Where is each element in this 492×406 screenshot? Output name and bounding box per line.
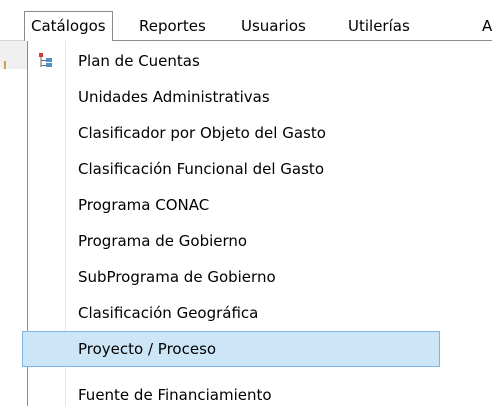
menu-a-truncated[interactable]: A	[482, 14, 492, 38]
menu-bar: Catálogos Reportes Usuarios Utilerías A	[0, 0, 492, 41]
menu-item-fuente-de-financiamiento[interactable]: Fuente de Financiamiento	[30, 377, 488, 406]
toolbar-edge-mark	[4, 61, 6, 69]
catalogos-dropdown: Plan de Cuentas Unidades Administrativas…	[22, 40, 492, 406]
menu-item-label: Clasificador por Objeto del Gasto	[78, 124, 326, 142]
menu-item-label: Unidades Administrativas	[78, 88, 270, 106]
menu-reportes[interactable]: Reportes	[139, 14, 206, 38]
menu-item-label: Clasificación Geográfica	[78, 304, 259, 322]
menu-item-proyecto-proceso[interactable]: Proyecto / Proceso	[22, 331, 440, 367]
menu-item-label: SubPrograma de Gobierno	[78, 268, 276, 286]
menu-item-clasificador-objeto-gasto[interactable]: Clasificador por Objeto del Gasto	[30, 115, 488, 151]
menu-item-label: Fuente de Financiamiento	[78, 386, 272, 404]
menu-item-label: Plan de Cuentas	[78, 52, 200, 70]
menu-catalogos[interactable]: Catálogos	[24, 11, 113, 41]
menu-item-label: Proyecto / Proceso	[78, 340, 217, 358]
menu-utilerias[interactable]: Utilerías	[348, 14, 410, 38]
menu-item-unidades-administrativas[interactable]: Unidades Administrativas	[30, 79, 488, 115]
menu-item-label: Clasificación Funcional del Gasto	[78, 160, 324, 178]
menu-item-subprograma-de-gobierno[interactable]: SubPrograma de Gobierno	[30, 259, 488, 295]
menu-item-label: Programa de Gobierno	[78, 232, 248, 250]
menu-item-plan-de-cuentas[interactable]: Plan de Cuentas	[30, 43, 488, 79]
menu-item-clasificacion-geografica[interactable]: Clasificación Geográfica	[30, 295, 488, 331]
menu-item-programa-de-gobierno[interactable]: Programa de Gobierno	[30, 223, 488, 259]
menu-item-clasificacion-funcional[interactable]: Clasificación Funcional del Gasto	[30, 151, 488, 187]
tree-structure-icon	[38, 53, 54, 69]
menu-item-programa-conac[interactable]: Programa CONAC	[30, 187, 488, 223]
menu-item-label: Programa CONAC	[78, 196, 210, 214]
menu-usuarios[interactable]: Usuarios	[241, 14, 306, 38]
